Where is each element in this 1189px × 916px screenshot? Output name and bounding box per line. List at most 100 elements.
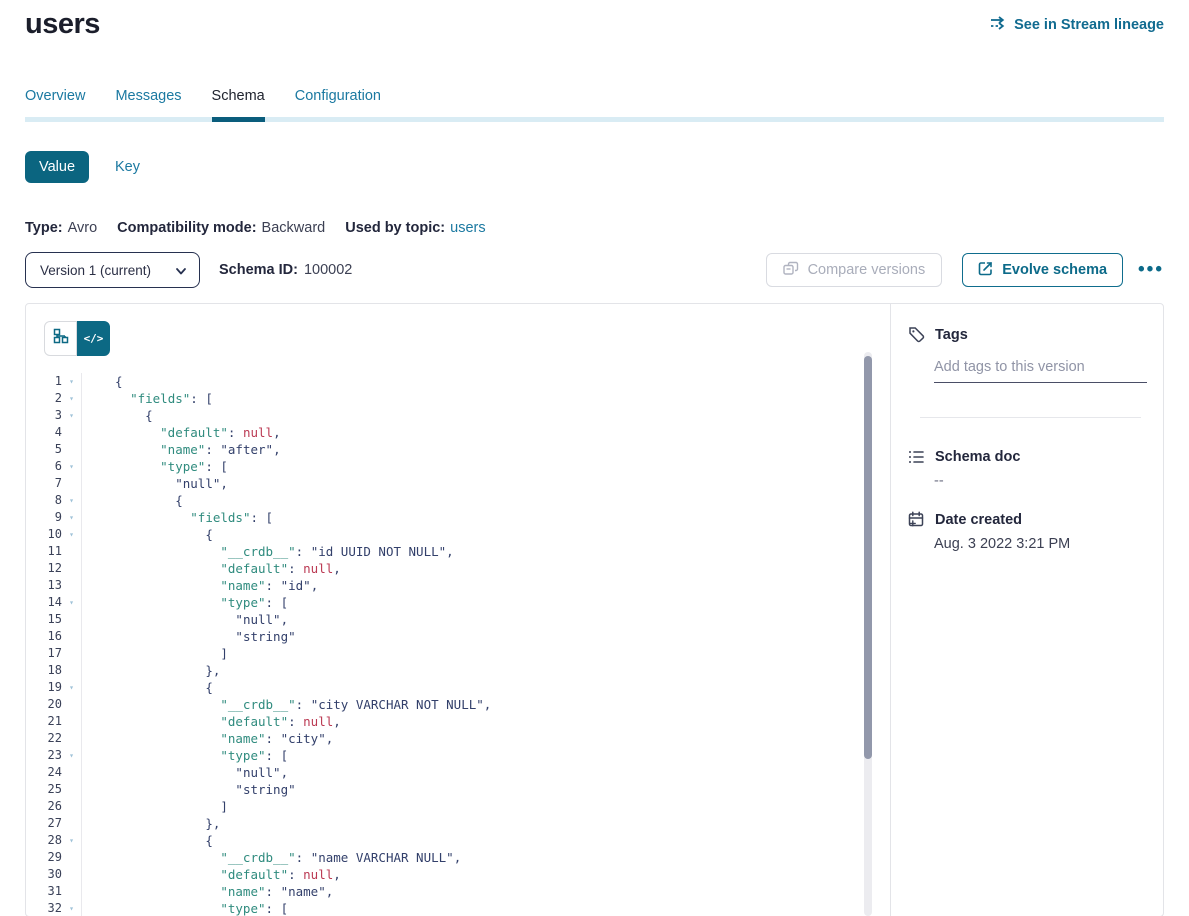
- code-text: "null",: [81, 475, 890, 492]
- tab-schema[interactable]: Schema: [212, 88, 265, 122]
- code-line[interactable]: 29 "__crdb__": "name VARCHAR NULL",: [26, 849, 890, 866]
- fold-spacer: [62, 611, 81, 628]
- line-number: 20: [26, 696, 62, 713]
- code-text: {: [81, 373, 890, 390]
- code-line[interactable]: 6▾ "type": [: [26, 458, 890, 475]
- code-line[interactable]: 19▾ {: [26, 679, 890, 696]
- code-line[interactable]: 21 "default": null,: [26, 713, 890, 730]
- fold-arrow-icon[interactable]: ▾: [62, 373, 81, 390]
- code-line[interactable]: 26 ]: [26, 798, 890, 815]
- fold-arrow-icon[interactable]: ▾: [62, 509, 81, 526]
- code-text: "name": "name",: [81, 883, 890, 900]
- value-button[interactable]: Value: [25, 151, 89, 183]
- chevron-down-icon: [175, 265, 187, 277]
- code-line[interactable]: 8▾ {: [26, 492, 890, 509]
- line-number: 21: [26, 713, 62, 730]
- line-number: 6: [26, 458, 62, 475]
- code-text: "fields": [: [81, 509, 890, 526]
- fold-spacer: [62, 475, 81, 492]
- see-in-stream-lineage-link[interactable]: See in Stream lineage: [990, 16, 1164, 34]
- compare-versions-button[interactable]: Compare versions: [766, 253, 943, 287]
- line-number: 30: [26, 866, 62, 883]
- add-tags-input[interactable]: [934, 359, 1147, 383]
- date-created-heading-label: Date created: [935, 512, 1022, 528]
- tree-view-button[interactable]: [44, 321, 77, 356]
- code-line[interactable]: 5 "name": "after",: [26, 441, 890, 458]
- code-line[interactable]: 3▾ {: [26, 407, 890, 424]
- line-number: 14: [26, 594, 62, 611]
- code-line[interactable]: 31 "name": "name",: [26, 883, 890, 900]
- more-actions-button[interactable]: •••: [1138, 265, 1164, 275]
- code-line[interactable]: 7 "null",: [26, 475, 890, 492]
- line-number: 32: [26, 900, 62, 916]
- code-line[interactable]: 9▾ "fields": [: [26, 509, 890, 526]
- code-line[interactable]: 12 "default": null,: [26, 560, 890, 577]
- code-text: "name": "after",: [81, 441, 890, 458]
- code-line[interactable]: 18 },: [26, 662, 890, 679]
- fold-spacer: [62, 815, 81, 832]
- editor-scrollbar-thumb[interactable]: [864, 356, 872, 759]
- fold-spacer: [62, 781, 81, 798]
- fold-arrow-icon[interactable]: ▾: [62, 679, 81, 696]
- fold-arrow-icon[interactable]: ▾: [62, 526, 81, 543]
- line-number: 23: [26, 747, 62, 764]
- type-value: Avro: [68, 220, 98, 236]
- version-select[interactable]: Version 1 (current): [25, 252, 200, 288]
- tab-overview[interactable]: Overview: [25, 88, 85, 122]
- schema-panel: </> 1▾{2▾ "fields": [3▾ {4 "default": nu…: [25, 303, 1164, 916]
- code-line[interactable]: 32▾ "type": [: [26, 900, 890, 916]
- code-line[interactable]: 16 "string": [26, 628, 890, 645]
- code-line[interactable]: 17 ]: [26, 645, 890, 662]
- evolve-schema-button[interactable]: Evolve schema: [962, 253, 1123, 287]
- fold-arrow-icon[interactable]: ▾: [62, 832, 81, 849]
- code-line[interactable]: 20 "__crdb__": "city VARCHAR NOT NULL",: [26, 696, 890, 713]
- fold-spacer: [62, 424, 81, 441]
- tree-view-icon: [53, 328, 69, 349]
- code-line[interactable]: 13 "name": "id",: [26, 577, 890, 594]
- editor-scrollbar[interactable]: [864, 352, 872, 916]
- line-number: 22: [26, 730, 62, 747]
- line-number: 13: [26, 577, 62, 594]
- tab-configuration[interactable]: Configuration: [295, 88, 381, 122]
- code-line[interactable]: 23▾ "type": [: [26, 747, 890, 764]
- key-button[interactable]: Key: [115, 159, 140, 175]
- code-line[interactable]: 4 "default": null,: [26, 424, 890, 441]
- fold-spacer: [62, 883, 81, 900]
- code-line[interactable]: 22 "name": "city",: [26, 730, 890, 747]
- code-line[interactable]: 2▾ "fields": [: [26, 390, 890, 407]
- tab-underline-track: [25, 117, 1164, 122]
- compare-versions-label: Compare versions: [808, 262, 926, 278]
- code-text: "string": [81, 781, 890, 798]
- used-by-topic-link[interactable]: users: [450, 220, 485, 236]
- fold-arrow-icon[interactable]: ▾: [62, 747, 81, 764]
- code-line[interactable]: 24 "null",: [26, 764, 890, 781]
- code-line[interactable]: 28▾ {: [26, 832, 890, 849]
- version-select-value: Version 1 (current): [40, 263, 151, 278]
- code-line[interactable]: 15 "null",: [26, 611, 890, 628]
- sidebar-divider: [920, 417, 1141, 418]
- code-text: "name": "city",: [81, 730, 890, 747]
- fold-arrow-icon[interactable]: ▾: [62, 390, 81, 407]
- code-view-button[interactable]: </>: [77, 321, 110, 356]
- code-line[interactable]: 25 "string": [26, 781, 890, 798]
- fold-spacer: [62, 441, 81, 458]
- code-line[interactable]: 10▾ {: [26, 526, 890, 543]
- date-created-heading: Date created: [908, 511, 1147, 528]
- fold-arrow-icon[interactable]: ▾: [62, 407, 81, 424]
- line-number: 7: [26, 475, 62, 492]
- fold-arrow-icon[interactable]: ▾: [62, 900, 81, 916]
- code-line[interactable]: 14▾ "type": [: [26, 594, 890, 611]
- line-number: 29: [26, 849, 62, 866]
- code-line[interactable]: 1▾{: [26, 373, 890, 390]
- fold-arrow-icon[interactable]: ▾: [62, 458, 81, 475]
- code-line[interactable]: 11 "__crdb__": "id UUID NOT NULL",: [26, 543, 890, 560]
- compatibility-mode-value: Backward: [262, 220, 326, 236]
- tab-messages[interactable]: Messages: [115, 88, 181, 122]
- fold-arrow-icon[interactable]: ▾: [62, 492, 81, 509]
- line-number: 25: [26, 781, 62, 798]
- code-text: "fields": [: [81, 390, 890, 407]
- code-line[interactable]: 30 "default": null,: [26, 866, 890, 883]
- code-lines[interactable]: 1▾{2▾ "fields": [3▾ {4 "default": null,5…: [26, 373, 890, 916]
- fold-arrow-icon[interactable]: ▾: [62, 594, 81, 611]
- code-line[interactable]: 27 },: [26, 815, 890, 832]
